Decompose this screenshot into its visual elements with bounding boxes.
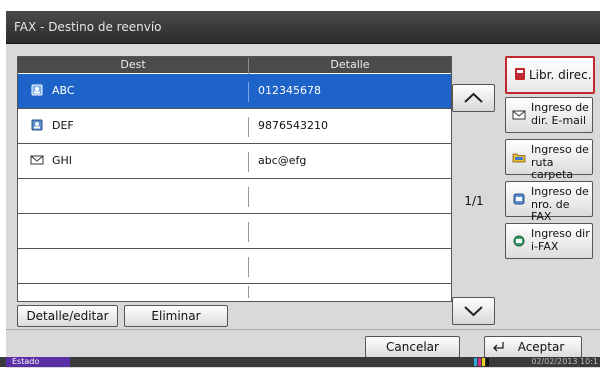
accept-button[interactable]: Aceptar xyxy=(484,336,582,358)
email-entry-label-2: dir. E-mail xyxy=(531,114,587,127)
ifax-entry-button[interactable]: Ingreso dir i-FAX xyxy=(505,223,593,259)
accept-label: Aceptar xyxy=(517,340,565,354)
fax-entry-label-1: Ingreso de xyxy=(531,185,589,198)
row-dest: DEF xyxy=(52,119,74,132)
fax-number-entry-button[interactable]: Ingreso de nro. de FAX xyxy=(505,181,593,223)
table-row[interactable] xyxy=(18,214,451,249)
toner-level-icon xyxy=(474,358,489,366)
ifax-entry-label-2: i-FAX xyxy=(531,240,559,253)
status-button[interactable]: Estado xyxy=(6,357,70,367)
detail-edit-button[interactable]: Detalle/editar xyxy=(17,305,118,327)
address-book-icon xyxy=(515,68,525,80)
screen: FAX - Destino de reenvío Dest Detalle AB… xyxy=(6,11,600,368)
ifax-entry-label-1: Ingreso dir xyxy=(531,227,590,240)
fax-icon xyxy=(513,193,525,205)
ifax-icon xyxy=(513,235,525,247)
table-header: Dest Detalle xyxy=(18,57,451,74)
address-book-icon xyxy=(31,119,43,131)
address-book-button[interactable]: Libr. direc. xyxy=(505,56,595,94)
envelope-icon xyxy=(512,110,526,120)
folder-entry-label-2: ruta carpeta xyxy=(531,156,574,181)
cancel-button[interactable]: Cancelar xyxy=(365,336,460,358)
chevron-up-icon xyxy=(464,92,483,103)
delete-button[interactable]: Eliminar xyxy=(124,305,228,327)
table-row[interactable] xyxy=(18,179,451,214)
scroll-up-button[interactable] xyxy=(452,84,495,112)
table-row[interactable]: ABC 012345678 xyxy=(18,74,451,109)
page-scroller: 1/1 xyxy=(452,84,496,326)
row-dest: GHI xyxy=(52,154,73,167)
row-detail: abc@efg xyxy=(258,154,307,167)
table-row[interactable]: DEF 9876543210 xyxy=(18,109,451,144)
title-bar: FAX - Destino de reenvío xyxy=(6,11,600,44)
status-bar: Estado 02/02/2013 10:1 xyxy=(0,357,600,367)
folder-icon xyxy=(512,153,526,163)
column-header-detail: Detalle xyxy=(330,58,370,71)
folder-entry-label-1: Ingreso de xyxy=(531,143,589,156)
email-entry-label-1: Ingreso de xyxy=(531,101,589,114)
column-header-dest: Dest xyxy=(120,58,146,71)
main-panel: Dest Detalle ABC 012345678 DEF 987654321… xyxy=(6,44,600,368)
envelope-icon xyxy=(30,155,44,165)
divider xyxy=(6,329,600,330)
datetime: 02/02/2013 10:1 xyxy=(531,357,598,366)
row-detail: 012345678 xyxy=(258,84,321,97)
folder-entry-button[interactable]: Ingreso de ruta carpeta xyxy=(505,139,593,181)
enter-icon xyxy=(493,342,504,352)
table-row[interactable] xyxy=(18,284,451,301)
destination-table: Dest Detalle ABC 012345678 DEF 987654321… xyxy=(17,56,452,302)
chevron-down-icon xyxy=(464,306,483,317)
row-detail: 9876543210 xyxy=(258,119,328,132)
table-row[interactable] xyxy=(18,249,451,284)
page-indicator: 1/1 xyxy=(464,194,484,208)
window-title: FAX - Destino de reenvío xyxy=(14,20,162,34)
fax-entry-label-2: nro. de FAX xyxy=(531,198,570,223)
address-book-icon xyxy=(31,84,43,96)
address-book-label: Libr. direc. xyxy=(529,68,592,82)
table-row[interactable]: GHI abc@efg xyxy=(18,144,451,179)
email-entry-button[interactable]: Ingreso de dir. E-mail xyxy=(505,97,593,133)
scroll-down-button[interactable] xyxy=(452,297,495,325)
row-dest: ABC xyxy=(52,84,75,97)
